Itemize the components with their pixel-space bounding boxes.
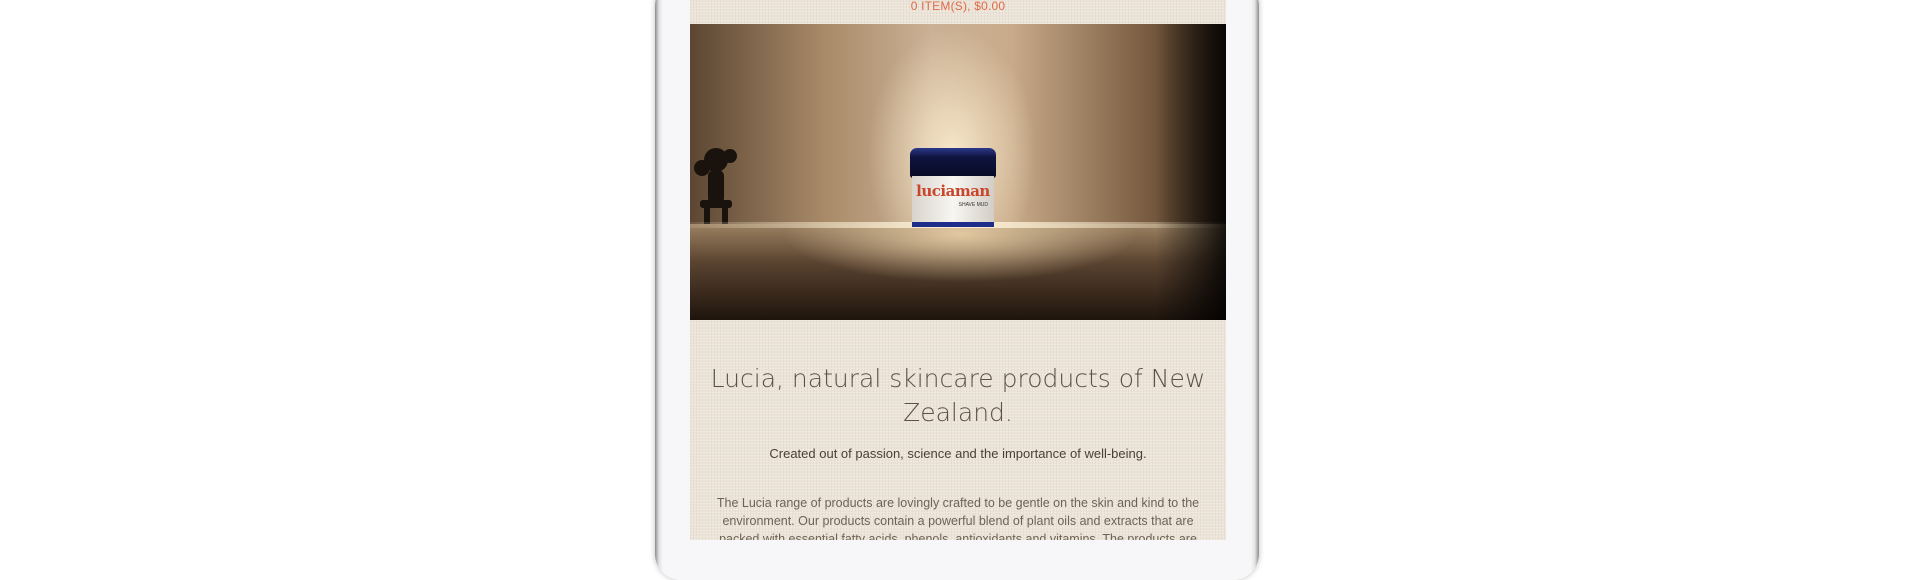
- jar-lid: [910, 148, 996, 178]
- hero-shelf: [690, 224, 1226, 320]
- product-jar: luciaman SHAVE MUD: [910, 148, 996, 228]
- intro-paragraph: The Lucia range of products are lovingly…: [716, 496, 1200, 540]
- page-headline: Lucia, natural skincare products of New …: [710, 364, 1206, 427]
- jar-product-name: SHAVE MUD: [958, 202, 988, 208]
- mobile-screen: 0 ITEM(S), $0.00 luciaman SHAVE MUD Luci…: [690, 0, 1226, 540]
- page-tagline: Created out of passion, science and the …: [769, 446, 1147, 461]
- hero-shadow: [1156, 24, 1226, 320]
- cart-summary-link[interactable]: 0 ITEM(S), $0.00: [690, 0, 1226, 14]
- jar-brand-logo: luciaman: [916, 182, 990, 200]
- jar-label: luciaman SHAVE MUD: [912, 176, 994, 227]
- hero-banner-image: luciaman SHAVE MUD: [690, 24, 1226, 320]
